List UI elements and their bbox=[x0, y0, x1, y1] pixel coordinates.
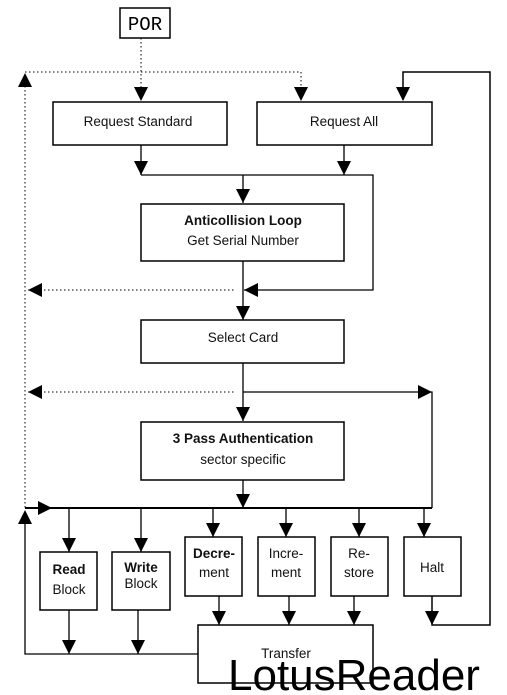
arrowhead-down-icon bbox=[62, 538, 76, 552]
read-block-line2: Block bbox=[52, 582, 85, 597]
arrowhead-left-icon bbox=[28, 385, 42, 399]
select-card-label: Select Card bbox=[208, 330, 279, 345]
increment-line1: Incre- bbox=[269, 546, 304, 561]
por-label: POR bbox=[128, 14, 162, 36]
arrowhead-down-icon bbox=[337, 161, 351, 175]
arrowhead-down-icon bbox=[396, 87, 410, 101]
request-all-label: Request All bbox=[310, 114, 378, 129]
arrowhead-right-icon bbox=[38, 501, 52, 515]
arrowhead-up-icon bbox=[18, 510, 32, 524]
arrowhead-down-icon bbox=[62, 640, 76, 654]
arrowhead-right-icon bbox=[418, 385, 432, 399]
anticollision-subtitle: Get Serial Number bbox=[187, 233, 299, 248]
arrowhead-left-icon bbox=[28, 283, 42, 297]
arrowhead-down-icon bbox=[425, 611, 439, 625]
arrowhead-down-icon bbox=[282, 611, 296, 625]
diagram-canvas: POR Request Standard Request All Anticol… bbox=[18, 7, 491, 695]
read-block-box bbox=[39, 551, 98, 611]
authentication-title: 3 Pass Authentication bbox=[173, 431, 314, 446]
arrowhead-down-icon bbox=[352, 523, 366, 537]
arrowhead-down-icon bbox=[134, 87, 148, 101]
arrowhead-down-icon bbox=[134, 161, 148, 175]
arrowhead-down-icon bbox=[236, 306, 250, 320]
flowchart-diagram: POR Request Standard Request All Anticol… bbox=[0, 0, 507, 695]
arrowhead-down-icon bbox=[131, 640, 145, 654]
reset-dotted-line bbox=[25, 71, 302, 100]
boxes: POR Request Standard Request All Anticol… bbox=[39, 7, 462, 684]
restore-line2: store bbox=[344, 565, 374, 580]
arrowhead-left-icon bbox=[244, 283, 258, 297]
arrowhead-down-icon bbox=[236, 407, 250, 421]
authentication-subtitle: sector specific bbox=[200, 452, 286, 467]
arrowhead-down-icon bbox=[212, 611, 226, 625]
halt-label: Halt bbox=[420, 560, 444, 575]
arrowhead-down-icon bbox=[206, 523, 220, 537]
anticollision-title: Anticollision Loop bbox=[184, 213, 302, 228]
decrement-line1: Decre- bbox=[193, 546, 235, 561]
increment-line2: ment bbox=[271, 565, 301, 580]
watermark: LotusReader bbox=[228, 651, 480, 695]
arrowhead-down-icon bbox=[279, 523, 293, 537]
arrowhead-down-icon bbox=[134, 538, 148, 552]
write-block-line2: Block bbox=[124, 576, 157, 591]
arrowhead-down-icon bbox=[236, 494, 250, 508]
request-standard-label: Request Standard bbox=[84, 114, 193, 129]
arrowhead-down-icon bbox=[417, 523, 431, 537]
arrowhead-down-icon bbox=[294, 87, 308, 101]
write-block-line1: Write bbox=[124, 560, 158, 575]
decrement-line2: ment bbox=[199, 565, 229, 580]
arrowhead-up-icon bbox=[18, 73, 32, 87]
arrowhead-down-icon bbox=[347, 611, 361, 625]
read-block-line1: Read bbox=[52, 562, 85, 577]
restore-line1: Re- bbox=[348, 546, 370, 561]
arrowhead-down-icon bbox=[236, 189, 250, 203]
